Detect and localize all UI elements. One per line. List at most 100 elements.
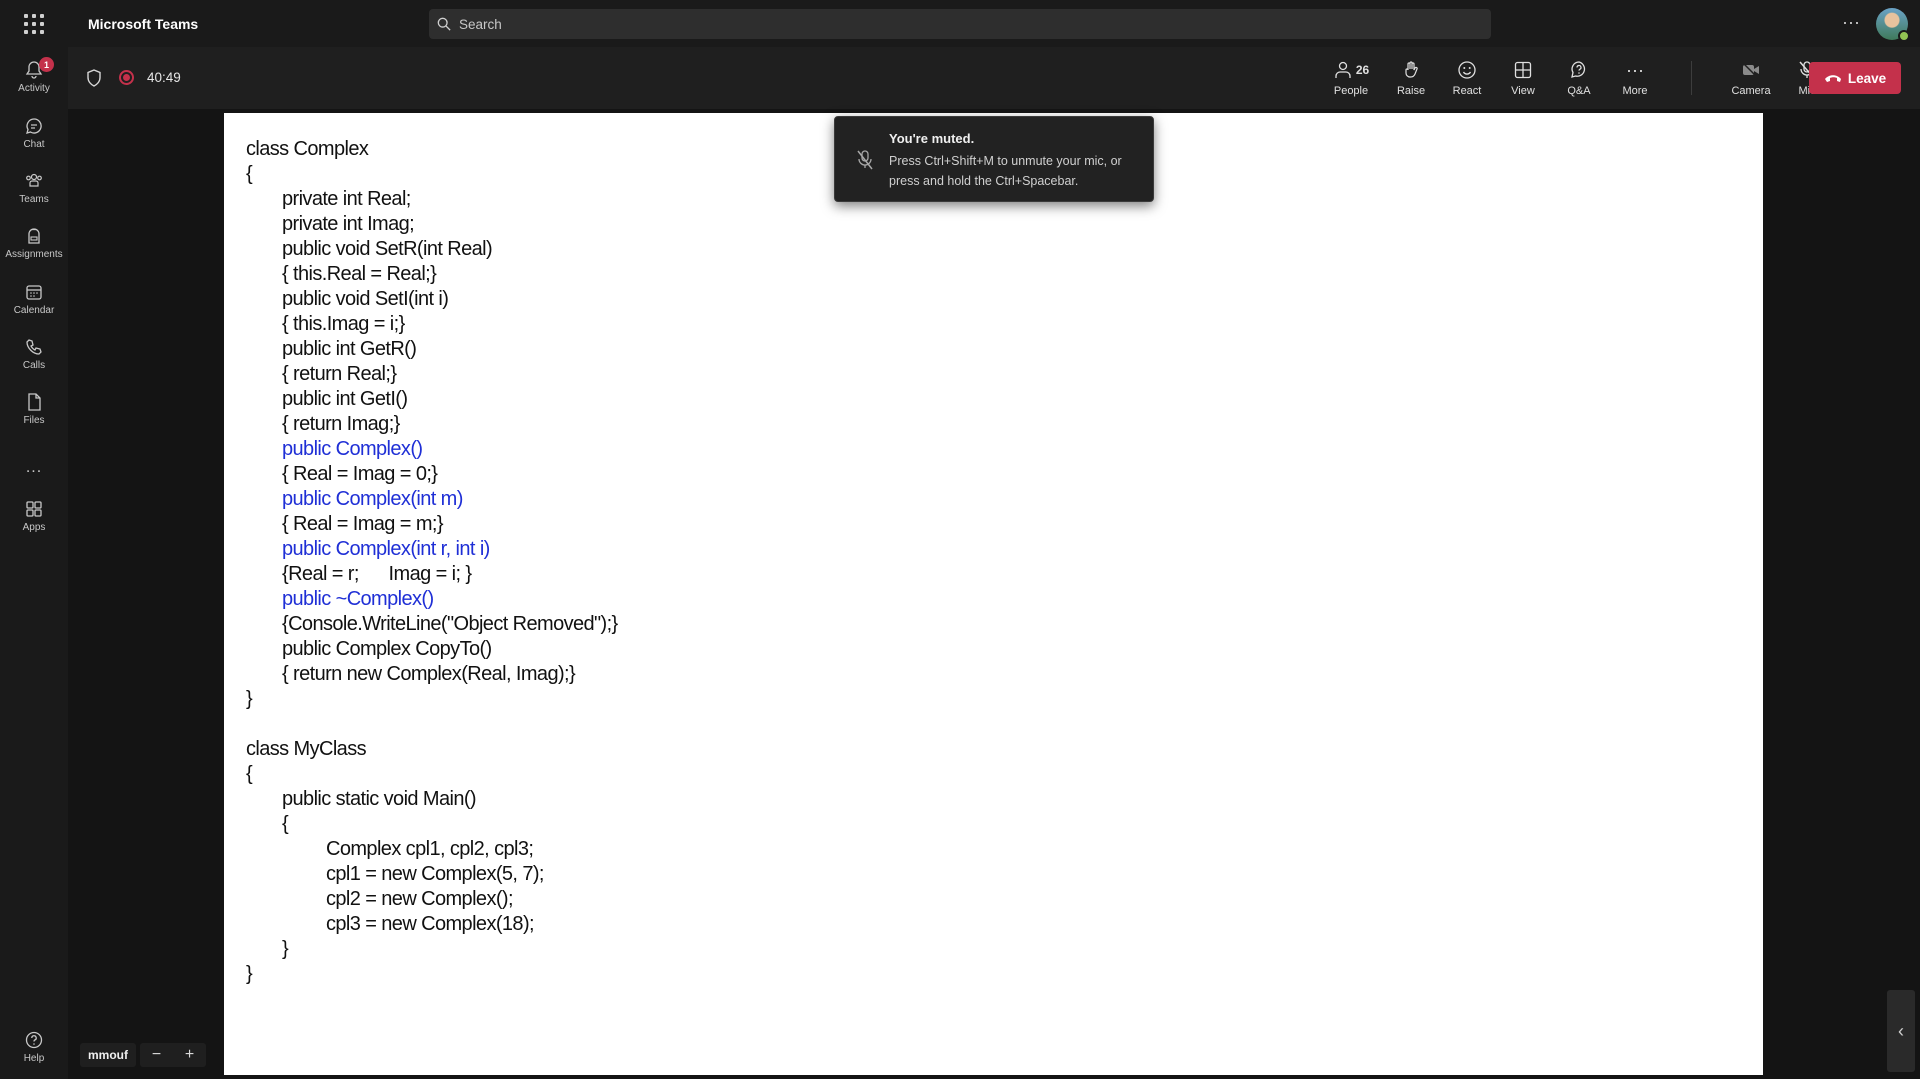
raise-hand-button[interactable]: Raise (1385, 53, 1437, 103)
code-line: { (246, 763, 253, 785)
presence-badge (1898, 30, 1910, 42)
rail-item-files[interactable]: Files (0, 384, 68, 434)
code-line: { Real = Imag = m;} (282, 513, 444, 535)
calendar-icon (26, 285, 42, 300)
recording-icon (119, 70, 134, 85)
code-line: public Complex() (282, 438, 423, 460)
rail-item-label: Teams (19, 194, 49, 205)
code-line: {Console.WriteLine("Object Removed");} (282, 613, 618, 635)
rail-item-calendar[interactable]: Calendar (0, 274, 68, 324)
more-icon: ... (25, 459, 43, 476)
file-icon (28, 393, 41, 411)
rail-item-chat[interactable]: Chat (0, 108, 68, 158)
rail-item-apps[interactable]: Apps (0, 491, 68, 541)
app-title: Microsoft Teams (88, 15, 199, 32)
backpack-icon (28, 228, 40, 244)
view-label: View (1511, 85, 1535, 97)
code-line: public Complex CopyTo() (282, 638, 492, 660)
settings-more-icon[interactable]: ··· (1836, 12, 1866, 36)
code-line: private int Real; (282, 188, 411, 210)
notification-badge: 1 (39, 57, 54, 72)
code-line: { return new Complex(Real, Imag);} (282, 663, 576, 685)
code-line: {Real = r; Imag = i; } (282, 563, 472, 585)
code-line: public Complex(int r, int i) (282, 538, 490, 560)
meeting-timer: 40:49 (147, 70, 181, 85)
code-line: public Complex(int m) (282, 488, 463, 510)
rail-item-activity[interactable]: Activity 1 (0, 52, 68, 102)
react-label: React (1452, 85, 1482, 97)
code-line: { this.Real = Real;} (282, 263, 437, 285)
rail-more-apps[interactable]: ... (0, 443, 68, 493)
more-actions-button[interactable]: ··· More (1609, 53, 1661, 103)
camera-button[interactable]: Camera (1725, 53, 1777, 103)
rail-item-label: Files (23, 415, 45, 426)
code-line: { this.Imag = i;} (282, 313, 405, 335)
qa-icon (1571, 61, 1586, 78)
participant-count: 26 (1355, 63, 1370, 77)
smiley-icon (1458, 61, 1476, 79)
hang-up-icon (1824, 75, 1841, 82)
teams-icon (26, 173, 42, 187)
code-line: class Complex (246, 138, 369, 160)
qa-button[interactable]: Q&A (1553, 53, 1605, 103)
mic-off-icon (857, 150, 873, 170)
code-line: { return Imag;} (282, 413, 400, 435)
code-line: } (246, 963, 253, 985)
hand-icon (1405, 61, 1418, 78)
rail-item-teams[interactable]: Teams (0, 163, 68, 213)
rail-item-label: Activity (18, 83, 50, 94)
more-icon: ··· (1626, 59, 1644, 80)
code-line: public int GetR() (282, 338, 417, 360)
chat-icon (26, 118, 42, 134)
code-line: cpl3 = new Complex(18); (326, 913, 535, 935)
code-line: public void SetI(int i) (282, 288, 449, 310)
code-line: public ~Complex() (282, 588, 434, 610)
people-label: People (1333, 85, 1369, 97)
rail-item-label: Help (23, 1053, 45, 1064)
muted-notification: You're muted. Press Ctrl+Shift+M to unmu… (834, 116, 1154, 202)
search-icon (437, 17, 451, 31)
app-rail: Activity 1 Chat Teams Assignments Calend… (0, 47, 68, 1079)
camera-label: Camera (1731, 85, 1771, 97)
code-line: class MyClass (246, 738, 367, 760)
leave-button[interactable]: Leave (1809, 62, 1901, 94)
code-line: cpl2 = new Complex(); (326, 888, 514, 910)
apps-icon (26, 501, 42, 517)
rail-item-assignments[interactable]: Assignments (0, 218, 68, 268)
zoom-in-button[interactable]: + (185, 1046, 194, 1064)
camera-off-icon (1742, 62, 1759, 79)
view-button[interactable]: View (1497, 53, 1549, 103)
rail-item-label: Calls (22, 360, 46, 371)
code-line: { Real = Imag = 0;} (282, 463, 438, 485)
people-button[interactable]: 26 People (1323, 53, 1379, 103)
code-line: public void SetR(int Real) (282, 238, 493, 260)
shield-icon[interactable] (86, 69, 102, 87)
code-line: Complex cpl1, cpl2, cpl3; (326, 838, 534, 860)
code-line: public static void Main() (282, 788, 477, 810)
zoom-controls: − + (140, 1043, 206, 1067)
rail-item-label: Calendar (13, 305, 55, 316)
app-launcher-icon[interactable] (0, 0, 68, 47)
chevron-left-icon[interactable]: ‹ (1887, 990, 1915, 1072)
code-line: cpl1 = new Complex(5, 7); (326, 863, 544, 885)
toast-body: Press Ctrl+Shift+M to unmute your mic, o… (889, 154, 1122, 188)
search-box[interactable] (429, 9, 1491, 39)
presenter-name-tag: mmouf (80, 1043, 136, 1067)
raise-label: Raise (1396, 85, 1426, 97)
avatar[interactable] (1876, 8, 1910, 42)
toast-title: You're muted. (889, 131, 975, 146)
rail-item-label: Assignments (5, 249, 63, 260)
rail-item-label: Chat (23, 139, 45, 150)
rail-item-calls[interactable]: Calls (0, 329, 68, 379)
qa-label: Q&A (1567, 85, 1591, 97)
code-line: } (282, 938, 289, 960)
react-button[interactable]: React (1441, 53, 1493, 103)
code-line: } (246, 688, 253, 710)
rail-item-help[interactable]: Help (0, 1022, 68, 1072)
people-icon (1335, 61, 1351, 78)
code-line: { return Real;} (282, 363, 397, 385)
zoom-out-button[interactable]: − (152, 1046, 161, 1064)
meeting-control-bar: 40:49 26 People Raise React View Q&A ···… (68, 47, 1920, 109)
search-input[interactable] (459, 16, 1461, 32)
